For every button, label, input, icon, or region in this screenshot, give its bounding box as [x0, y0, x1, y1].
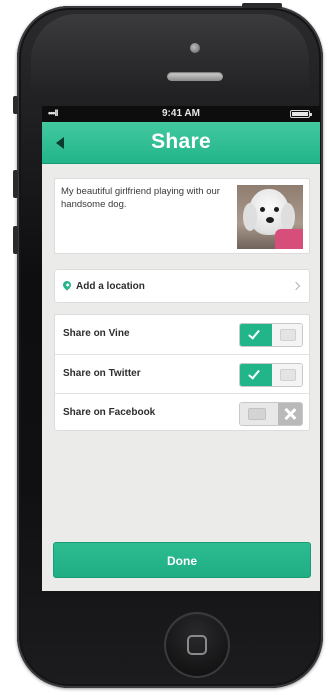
status-time: 9:41 AM	[162, 108, 200, 119]
done-button[interactable]: Done	[53, 542, 311, 578]
share-row-vine: Share on Vine	[55, 315, 309, 354]
caption-text[interactable]: My beautiful girlfriend playing with our…	[61, 185, 231, 211]
share-label-vine: Share on Vine	[63, 328, 130, 339]
phone-glare	[31, 14, 309, 94]
volume-down-button	[13, 226, 18, 254]
volume-up-button	[13, 170, 18, 198]
map-pin-icon	[61, 279, 73, 291]
facebook-toggle[interactable]	[239, 402, 303, 426]
add-location-row[interactable]: Add a location	[54, 269, 310, 303]
share-label-facebook: Share on Facebook	[63, 407, 156, 418]
navigation-bar: Share	[42, 122, 320, 164]
page-title: Share	[151, 130, 211, 153]
share-options-card: Share on Vine Share on Twitter Share on …	[54, 314, 310, 431]
share-row-facebook: Share on Facebook	[55, 393, 309, 432]
chevron-right-icon	[291, 281, 301, 291]
post-caption-card[interactable]: My beautiful girlfriend playing with our…	[54, 178, 310, 254]
toggle-knob	[280, 369, 296, 381]
dog-eye-right	[274, 207, 279, 212]
toggle-knob	[280, 329, 296, 341]
dog-ear-left	[243, 203, 257, 231]
status-bar: •••ll 9:41 AM	[42, 106, 320, 122]
dog-nose	[266, 217, 274, 223]
vine-toggle[interactable]	[239, 323, 303, 347]
share-row-twitter: Share on Twitter	[55, 354, 309, 393]
pink-shirt	[275, 229, 303, 249]
add-location-label: Add a location	[76, 281, 145, 292]
sleep-button	[242, 3, 282, 8]
earpiece-speaker	[167, 72, 223, 81]
dog-ear-right	[281, 203, 295, 231]
mute-switch	[13, 96, 18, 114]
x-icon	[284, 408, 296, 420]
share-label-twitter: Share on Twitter	[63, 368, 141, 379]
battery-icon	[290, 110, 312, 118]
toggle-knob	[248, 408, 266, 420]
home-button[interactable]	[164, 612, 230, 678]
app-screen: •••ll 9:41 AM Share My beautiful girlfri…	[42, 106, 320, 591]
front-camera	[190, 43, 200, 53]
dog-eye-left	[260, 207, 265, 212]
home-square-icon	[187, 635, 207, 655]
post-thumbnail	[237, 185, 303, 249]
twitter-toggle[interactable]	[239, 363, 303, 387]
